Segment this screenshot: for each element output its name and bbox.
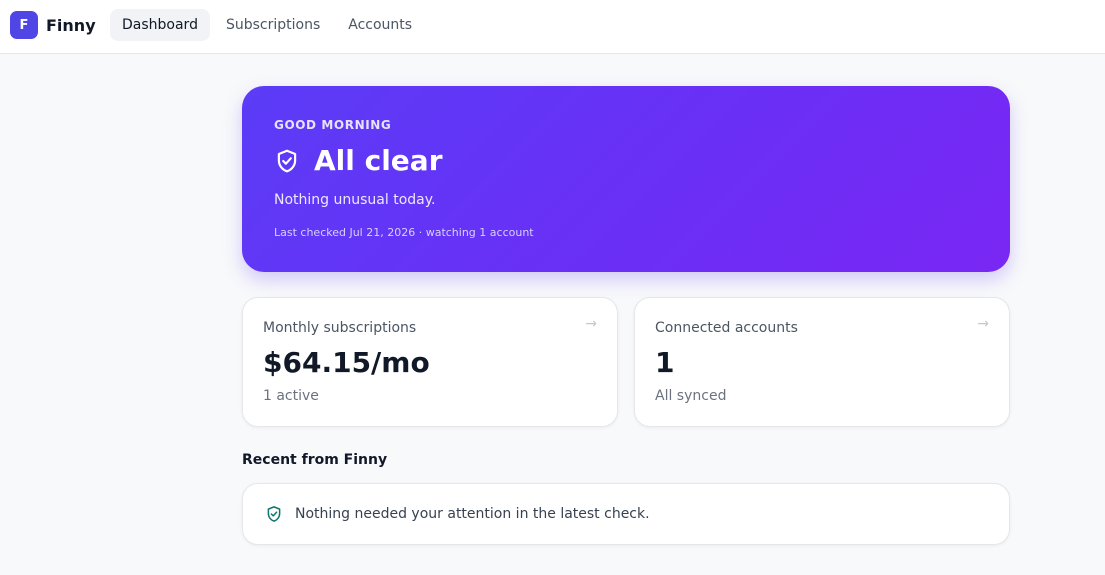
nav-tab-dashboard[interactable]: Dashboard: [110, 9, 210, 41]
app-name: Finny: [46, 15, 96, 35]
status-subtitle: Nothing unusual today.: [274, 192, 436, 208]
greeting: GOOD MORNING: [274, 118, 392, 132]
status-title-row: All clear: [274, 144, 443, 177]
arrow-right-icon: →: [585, 316, 597, 332]
nav-tab-accounts[interactable]: Accounts: [336, 9, 424, 41]
card-label: Connected accounts: [655, 320, 798, 336]
connected-accounts-value: 1: [655, 346, 675, 379]
sync-status: All synced: [655, 388, 727, 404]
app-logo: F: [10, 11, 38, 39]
card-label: Monthly subscriptions: [263, 320, 417, 336]
shield-check-icon: [265, 505, 283, 527]
main-nav: Dashboard Subscriptions Accounts: [110, 9, 428, 41]
recent-section-title: Recent from Finny: [242, 452, 388, 468]
arrow-right-icon: →: [977, 316, 989, 332]
status-hero-card: GOOD MORNING All clear Nothing unusual t…: [242, 86, 1010, 272]
shield-check-icon: [274, 148, 300, 174]
brand[interactable]: F Finny: [10, 11, 96, 39]
status-title: All clear: [314, 144, 443, 177]
notice-text: Nothing needed your attention in the lat…: [295, 506, 650, 522]
active-subscriptions-count: 1 active: [263, 388, 319, 404]
recent-notice-item: Nothing needed your attention in the lat…: [242, 483, 1010, 545]
top-navigation-bar: F Finny Dashboard Subscriptions Accounts: [0, 0, 1105, 54]
nav-tab-subscriptions[interactable]: Subscriptions: [214, 9, 332, 41]
monthly-subscriptions-value: $64.15/mo: [263, 346, 430, 379]
accounts-summary-card[interactable]: Connected accounts → 1 All synced: [634, 297, 1010, 427]
last-checked-meta: Last checked Jul 21, 2026 · watching 1 a…: [274, 226, 534, 239]
subscriptions-summary-card[interactable]: Monthly subscriptions → $64.15/mo 1 acti…: [242, 297, 618, 427]
